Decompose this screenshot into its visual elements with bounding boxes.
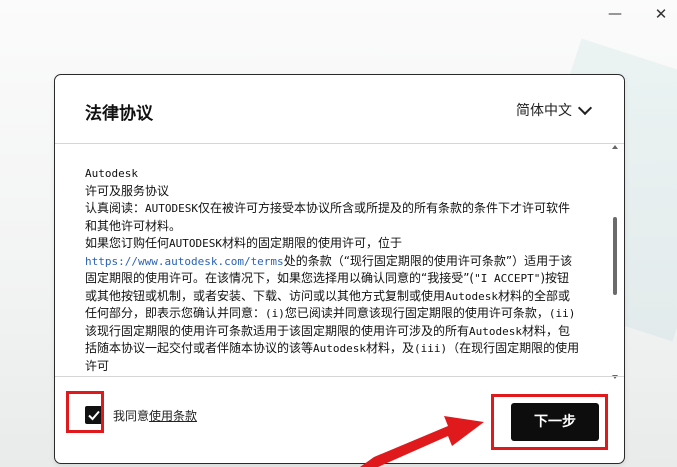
language-label: 简体中文 xyxy=(516,103,572,119)
next-button-highlight-box xyxy=(491,394,608,450)
language-selector[interactable]: 简体中文 xyxy=(516,100,593,120)
close-button[interactable]: ✕ xyxy=(649,4,673,24)
terms-text-span: "I ACCEPT" xyxy=(474,272,541,285)
terms-text-span: AUTODESK xyxy=(169,237,222,250)
agree-label: 我同意使用条款 xyxy=(113,407,197,424)
checkbox-highlight-box xyxy=(66,391,104,433)
terms-text-span: AUTODESK xyxy=(145,202,198,215)
footer-divider xyxy=(55,376,624,377)
terms-line: Autodesk xyxy=(85,167,138,180)
scrollbar-thumb[interactable] xyxy=(613,217,617,295)
terms-text-span: 该现行固定期限的使用许可条款适用于该固定期限的使用许可涉及的所有 xyxy=(85,323,470,338)
header-divider xyxy=(55,143,624,144)
red-arrow-annotation-icon xyxy=(360,416,484,467)
terms-text-span: 如果您订购任何 xyxy=(85,236,170,250)
chevron-down-icon xyxy=(577,100,593,115)
terms-text-span: Autodesk xyxy=(445,289,498,303)
minimize-button[interactable]: — xyxy=(603,4,627,24)
terms-text-span: Autodesk xyxy=(469,324,522,338)
terms-text-span: (i) xyxy=(265,307,285,320)
terms-text-span: 您已阅读并同意该现行固定期限的使用许可条款， xyxy=(284,306,549,320)
terms-of-use-link[interactable]: 使用条款 xyxy=(149,409,197,423)
terms-line: 许可及服务协议 xyxy=(85,183,170,198)
terms-text-span: 认真阅读： xyxy=(85,201,146,215)
scroll-up-icon[interactable] xyxy=(612,145,618,149)
dialog-title: 法律协议 xyxy=(85,104,153,124)
terms-text: Autodesk 许可及服务协议 认真阅读：AUTODESK仅在被许可方接受本协… xyxy=(85,165,581,373)
terms-text-span: 材料的固定期限的使用许可，位于 xyxy=(222,236,403,250)
terms-text-span: (iii) xyxy=(414,342,448,355)
terms-text-span: Autodesk xyxy=(313,342,366,355)
terms-url-link[interactable]: https://www.autodesk.com/terms xyxy=(85,255,284,268)
agree-prefix: 我同意 xyxy=(113,409,150,423)
terms-text-span: 材料，及 xyxy=(366,341,415,355)
terms-text-span: (ii) xyxy=(548,307,576,320)
terms-scrollbar[interactable] xyxy=(612,145,618,379)
